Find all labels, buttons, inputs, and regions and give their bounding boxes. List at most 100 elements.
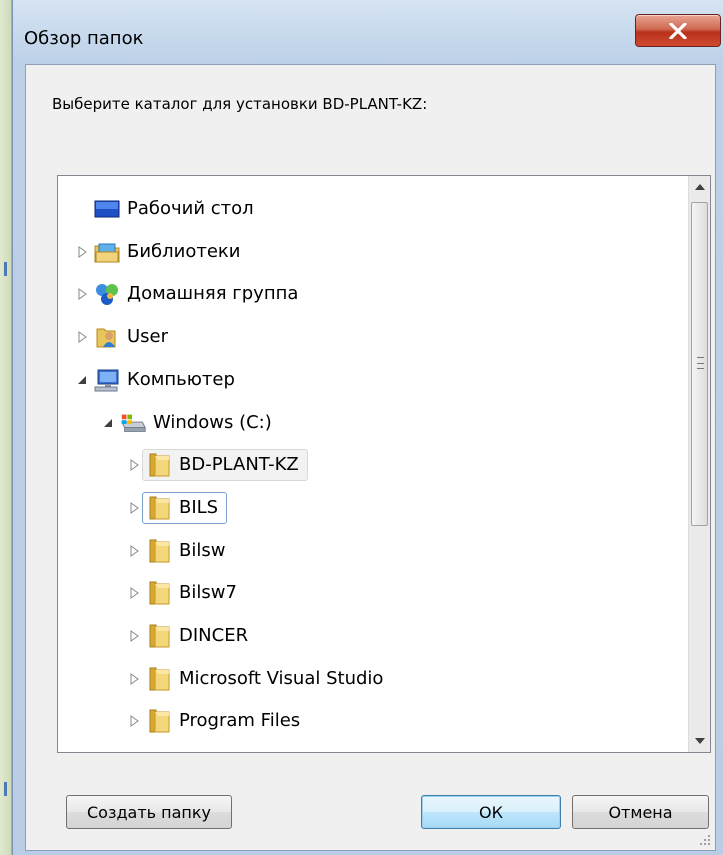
expand-arrow-icon[interactable] [130, 715, 139, 727]
tree-item-content[interactable]: Microsoft Visual Studio [142, 663, 392, 695]
tree-item-label: BD-PLANT-KZ [179, 454, 299, 475]
folder-tree[interactable]: Рабочий стол Библиотеки Домашняя группа Use… [57, 175, 711, 753]
homegroup-icon [93, 281, 121, 307]
folder-icon [145, 495, 173, 521]
tree-item[interactable]: Библиотеки [74, 233, 250, 271]
tree-item[interactable]: Домашняя группа [74, 275, 307, 313]
close-icon [669, 22, 687, 39]
scroll-up-button[interactable] [689, 176, 710, 198]
tree-item-content[interactable]: Домашняя группа [90, 278, 307, 310]
expand-arrow-icon[interactable] [130, 630, 139, 642]
tree-item-content[interactable]: BILS [142, 492, 228, 524]
expand-arrow-icon[interactable] [130, 502, 139, 514]
tree-expander[interactable] [74, 372, 90, 388]
close-button[interactable] [635, 14, 721, 47]
scroll-thumb[interactable] [691, 202, 708, 526]
tree-expander[interactable] [100, 415, 116, 431]
tree-item-label: Microsoft Visual Studio [179, 668, 384, 689]
tree-item-content[interactable]: Program Files [142, 705, 309, 737]
drive-icon [119, 410, 147, 436]
expand-arrow-icon[interactable] [78, 331, 87, 343]
expand-arrow-icon[interactable] [130, 459, 139, 471]
scroll-down-button[interactable] [689, 730, 710, 752]
tree-expander[interactable] [74, 244, 90, 260]
title-bar[interactable]: Обзор папок [13, 0, 723, 64]
tree-item-label: Program Files [179, 710, 301, 731]
tree-item-label: Windows (C:) [153, 412, 272, 433]
tree-item-content[interactable]: User [90, 321, 177, 353]
prompt-text: Выберите каталог для установки BD-PLANT-… [52, 95, 428, 113]
tree-item-label: BILS [179, 497, 219, 518]
background-window-edge [0, 0, 12, 855]
tree-expander[interactable] [126, 628, 142, 644]
tree-item[interactable]: Bilsw [126, 532, 234, 570]
browse-folder-dialog: Обзор папок Выберите каталог для установ… [12, 0, 723, 855]
edge-mark [4, 262, 7, 276]
tree-item[interactable]: BD-PLANT-KZ [126, 446, 308, 484]
tree-expander[interactable] [126, 713, 142, 729]
tree-item[interactable]: Microsoft Visual Studio [126, 660, 392, 698]
edge-mark [4, 782, 7, 796]
tree-item-content[interactable]: Bilsw [142, 535, 234, 567]
tree-item-content[interactable]: BD-PLANT-KZ [142, 449, 308, 481]
expand-arrow-icon[interactable] [78, 246, 87, 258]
tree-expander[interactable] [126, 671, 142, 687]
tree-item[interactable]: User [74, 318, 177, 356]
tree-item-label: Библиотеки [127, 241, 241, 262]
tree-item[interactable]: BILS [126, 489, 228, 527]
computer-icon [93, 367, 121, 393]
expand-arrow-icon[interactable] [130, 587, 139, 599]
grip-icon [697, 357, 704, 369]
resize-grip-icon[interactable] [699, 834, 711, 846]
folder-icon [145, 666, 173, 692]
expand-arrow-icon[interactable] [130, 545, 139, 557]
tree-item-label: Bilsw7 [179, 582, 237, 603]
tree-expander[interactable] [126, 585, 142, 601]
tree-item-content[interactable]: DINCER [142, 620, 257, 652]
tree-item-content[interactable]: Bilsw7 [142, 577, 246, 609]
tree-expander[interactable] [126, 457, 142, 473]
new-folder-label: Создать папку [86, 802, 212, 822]
collapse-arrow-icon[interactable] [103, 418, 113, 428]
user-folder-icon [93, 324, 121, 350]
ok-label: ОК [479, 802, 503, 822]
arrow-up-icon [694, 184, 705, 190]
desktop-icon [93, 196, 121, 222]
cancel-button[interactable]: Отмена [572, 795, 709, 829]
tree-item[interactable]: Компьютер [74, 361, 244, 399]
tree-item-label: User [127, 326, 169, 347]
tree-item-content[interactable]: Рабочий стол [90, 193, 263, 225]
tree-item[interactable]: Program Files [126, 702, 309, 740]
tree-item[interactable]: Windows (C:) [100, 404, 281, 442]
dialog-client-area: Выберите каталог для установки BD-PLANT-… [25, 64, 716, 851]
tree-item[interactable]: DINCER [126, 617, 257, 655]
libraries-icon [93, 239, 121, 265]
cancel-label: Отмена [608, 802, 673, 822]
tree-item-label: Рабочий стол [127, 198, 254, 219]
arrow-down-icon [694, 738, 705, 744]
folder-icon [145, 452, 173, 478]
tree-item[interactable]: Рабочий стол [74, 190, 263, 228]
folder-icon [145, 538, 173, 564]
expand-arrow-icon[interactable] [78, 288, 87, 300]
folder-icon [145, 708, 173, 734]
tree-expander[interactable] [126, 543, 142, 559]
vertical-scrollbar[interactable] [688, 176, 710, 752]
folder-icon [145, 623, 173, 649]
folder-icon [145, 580, 173, 606]
tree-expander[interactable] [74, 329, 90, 345]
tree-item-label: Домашняя группа [127, 283, 299, 304]
ok-button[interactable]: ОК [421, 795, 561, 829]
tree-expander[interactable] [74, 286, 90, 302]
tree-item-content[interactable]: Windows (C:) [116, 407, 281, 439]
tree-item-label: Bilsw [179, 540, 226, 561]
tree-item-label: DINCER [179, 625, 249, 646]
tree-item-content[interactable]: Библиотеки [90, 236, 250, 268]
expand-arrow-icon[interactable] [130, 673, 139, 685]
tree-expander[interactable] [126, 500, 142, 516]
collapse-arrow-icon[interactable] [77, 375, 87, 385]
tree-item-content[interactable]: Компьютер [90, 364, 244, 396]
tree-item[interactable]: Bilsw7 [126, 574, 246, 612]
new-folder-button[interactable]: Создать папку [66, 795, 232, 829]
